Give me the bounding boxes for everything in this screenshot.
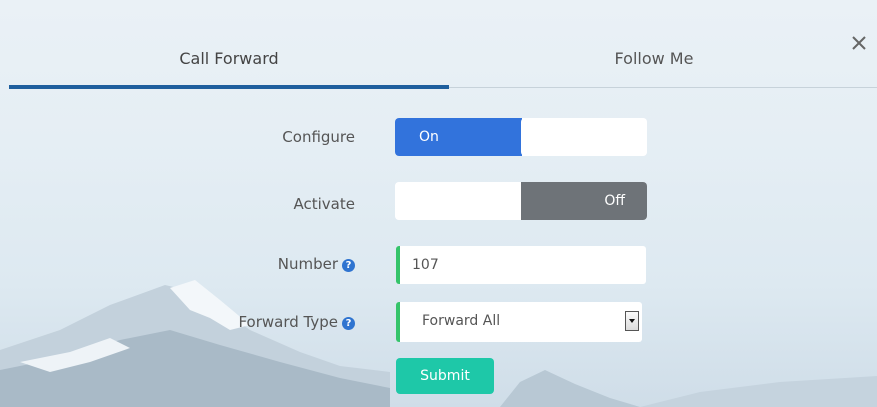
question-icon[interactable]: ? [342, 317, 355, 330]
toggle-off-label: Off [604, 193, 625, 209]
number-label: Number? [0, 255, 355, 273]
toggle-knob [395, 182, 521, 220]
activate-toggle[interactable]: Off [395, 182, 647, 220]
toggle-on-segment: On [395, 118, 522, 156]
tab-bar: Call Forward Follow Me [9, 30, 877, 90]
tab-follow-me[interactable]: Follow Me [449, 30, 859, 86]
activate-label: Activate [293, 195, 355, 213]
submit-button[interactable]: Submit [396, 358, 494, 394]
tab-divider [449, 87, 877, 88]
forward-type-select[interactable]: Forward All [396, 302, 642, 342]
toggle-off-segment: Off [521, 182, 647, 220]
close-icon[interactable] [848, 32, 870, 54]
tab-call-forward[interactable]: Call Forward [9, 30, 449, 86]
active-tab-indicator [9, 85, 449, 89]
configure-label: Configure [282, 128, 355, 146]
question-icon[interactable]: ? [342, 259, 355, 272]
forward-type-label: Forward Type? [0, 313, 355, 331]
number-value: 107 [412, 257, 439, 273]
number-field[interactable]: 107 [396, 246, 646, 284]
forward-type-label-text: Forward Type [238, 313, 338, 331]
configure-toggle[interactable]: On [395, 118, 647, 156]
toggle-knob [521, 118, 647, 156]
toggle-on-label: On [419, 129, 439, 145]
number-label-text: Number [277, 255, 338, 273]
dropdown-arrow-icon[interactable] [625, 311, 639, 331]
call-forward-dialog: Call Forward Follow Me Configure On Acti… [0, 0, 877, 407]
forward-type-value: Forward All [422, 313, 501, 329]
